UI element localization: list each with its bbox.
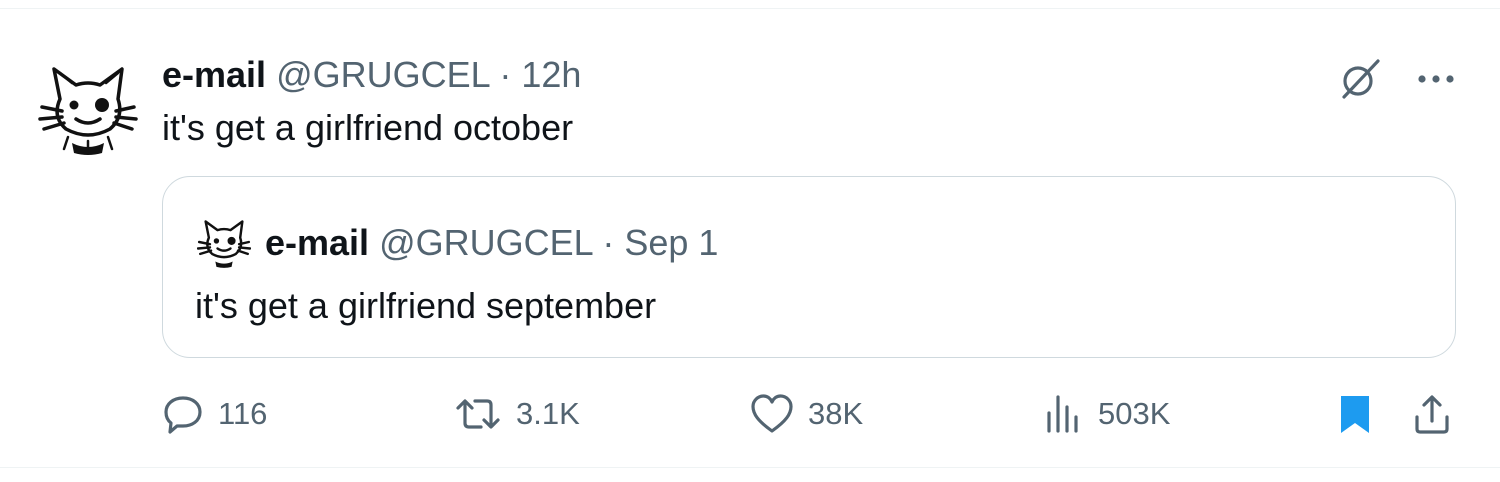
views-icon xyxy=(1047,395,1078,433)
repost-count: 3.1K xyxy=(516,396,580,431)
views-button[interactable]: 503K xyxy=(1044,389,1170,439)
grok-icon xyxy=(1342,59,1380,99)
repost-button[interactable]: 3.1K xyxy=(454,389,580,439)
reply-count: 116 xyxy=(218,396,268,431)
quoted-timestamp[interactable]: Sep 1 xyxy=(624,222,718,263)
avatar[interactable] xyxy=(38,57,138,157)
separator: · xyxy=(499,54,512,95)
action-bar: 116 3.1K 38K 503K xyxy=(162,389,1456,439)
more-icon xyxy=(1418,75,1454,83)
like-button[interactable]: 38K xyxy=(750,389,863,439)
quoted-display-name[interactable]: e-mail xyxy=(265,222,369,263)
reply-button[interactable]: 116 xyxy=(162,389,267,439)
quoted-avatar[interactable] xyxy=(196,215,252,269)
like-count: 38K xyxy=(808,396,864,431)
quoted-tweet[interactable]: e-mail @GRUGCEL · Sep 1 it's get a girlf… xyxy=(162,176,1456,358)
quoted-separator: · xyxy=(602,222,615,263)
share-button[interactable] xyxy=(1412,389,1452,439)
reply-icon xyxy=(164,396,202,434)
display-name[interactable]: e-mail xyxy=(162,54,266,95)
grok-button[interactable] xyxy=(1338,57,1382,101)
quoted-header: e-mail @GRUGCEL · Sep 1 xyxy=(265,221,718,265)
quoted-handle[interactable]: @GRUGCEL xyxy=(379,222,592,263)
bookmark-button[interactable] xyxy=(1338,389,1372,439)
handle[interactable]: @GRUGCEL xyxy=(276,54,489,95)
tweet[interactable]: e-mail @GRUGCEL · 12h it's get a girlfri… xyxy=(0,8,1500,468)
repost-icon xyxy=(456,399,500,429)
share-icon xyxy=(1415,395,1449,434)
more-button[interactable] xyxy=(1416,73,1456,85)
like-icon xyxy=(751,394,793,433)
tweet-text: it's get a girlfriend october xyxy=(162,107,574,148)
cat-avatar-icon xyxy=(196,220,252,268)
timestamp[interactable]: 12h xyxy=(521,54,581,95)
tweet-top-actions xyxy=(1338,57,1456,101)
cat-avatar-icon xyxy=(38,67,138,155)
tweet-header: e-mail @GRUGCEL · 12h xyxy=(162,53,581,97)
bookmark-icon xyxy=(1341,396,1369,433)
quoted-text: it's get a girlfriend september xyxy=(195,285,657,326)
views-count: 503K xyxy=(1098,396,1171,431)
